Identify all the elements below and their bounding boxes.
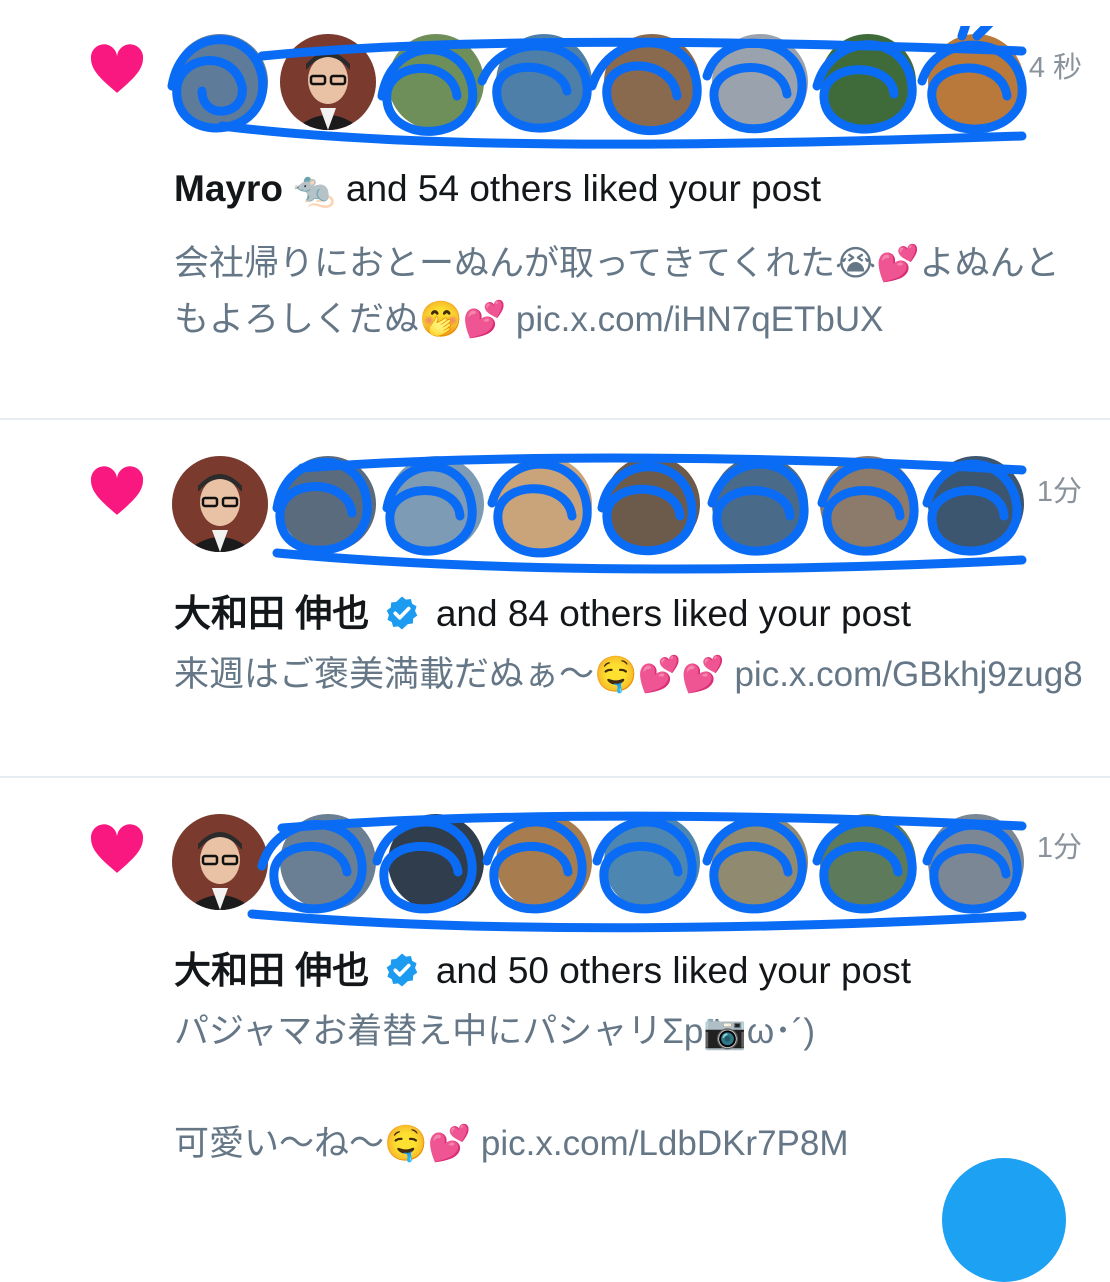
avatar[interactable] (820, 34, 916, 130)
avatar[interactable] (604, 456, 700, 552)
liker-avatars (172, 811, 1032, 933)
action-text: and 50 others liked your post (435, 950, 911, 991)
avatar[interactable] (820, 814, 916, 910)
timestamp: 4 秒 (1028, 52, 1082, 84)
notification-item[interactable]: 1分 大和田 伸也 and 84 others liked your post … (0, 420, 1110, 776)
liked-post-text[interactable]: パジャマお着替え中にパシャリΣp📷ω･´) 可愛い〜ね〜🤤💕 pic.x.com… (174, 1004, 1084, 1172)
liker-avatars (167, 26, 1032, 149)
actor-name[interactable]: Mayro (174, 168, 283, 209)
rat-emoji: 🐀 (293, 171, 336, 209)
avatar[interactable] (712, 456, 808, 552)
timestamp: 1分 (1036, 832, 1082, 864)
avatar[interactable] (280, 34, 376, 130)
action-text: and 54 others liked your post (345, 168, 822, 209)
notification-headline: Mayro 🐀 and 54 others liked your post (174, 168, 821, 210)
avatar[interactable] (496, 814, 592, 910)
avatar[interactable] (172, 34, 268, 130)
avatar[interactable] (172, 814, 268, 910)
avatar[interactable] (928, 456, 1024, 552)
avatar[interactable] (496, 34, 592, 130)
avatar[interactable] (928, 34, 1024, 130)
avatar[interactable] (388, 814, 484, 910)
heart-icon (90, 466, 144, 515)
verified-badge-icon (386, 596, 417, 630)
actor-name[interactable]: 大和田 伸也 (174, 950, 369, 991)
timestamp: 1分 (1036, 476, 1082, 508)
heart-icon (90, 824, 144, 873)
heart-icon (90, 44, 144, 93)
action-text: and 84 others liked your post (435, 593, 911, 634)
avatar[interactable] (712, 34, 808, 130)
notification-headline: 大和田 伸也 and 50 others liked your post (174, 940, 911, 994)
verified-badge-icon (386, 953, 417, 987)
liked-post-text[interactable]: 会社帰りにおとーぬんが取ってきてくれた😭💕よぬんともよろしくだぬ🤭💕 pic.x… (174, 236, 1084, 348)
avatar[interactable] (280, 456, 376, 552)
avatar[interactable] (496, 456, 592, 552)
avatar[interactable] (604, 34, 700, 130)
notification-item[interactable]: 1分 大和田 伸也 and 50 others liked your post … (0, 778, 1110, 1190)
avatar[interactable] (604, 814, 700, 910)
liker-avatars (172, 453, 1032, 574)
avatar[interactable] (928, 814, 1024, 910)
avatar[interactable] (388, 34, 484, 130)
actor-name[interactable]: 大和田 伸也 (174, 593, 369, 634)
avatar[interactable] (280, 814, 376, 910)
notification-item[interactable]: 4 秒 Mayro 🐀 and 54 others liked your pos… (0, 0, 1110, 418)
avatar[interactable] (820, 456, 916, 552)
avatar[interactable] (388, 456, 484, 552)
avatar[interactable] (172, 456, 268, 552)
avatar[interactable] (712, 814, 808, 910)
liked-post-text[interactable]: 来週はご褒美満載だぬぁ〜🤤💕💕 pic.x.com/GBkhj9zug8 (174, 647, 1084, 703)
compose-button[interactable] (942, 1158, 1066, 1282)
notification-headline: 大和田 伸也 and 84 others liked your post (174, 583, 911, 637)
